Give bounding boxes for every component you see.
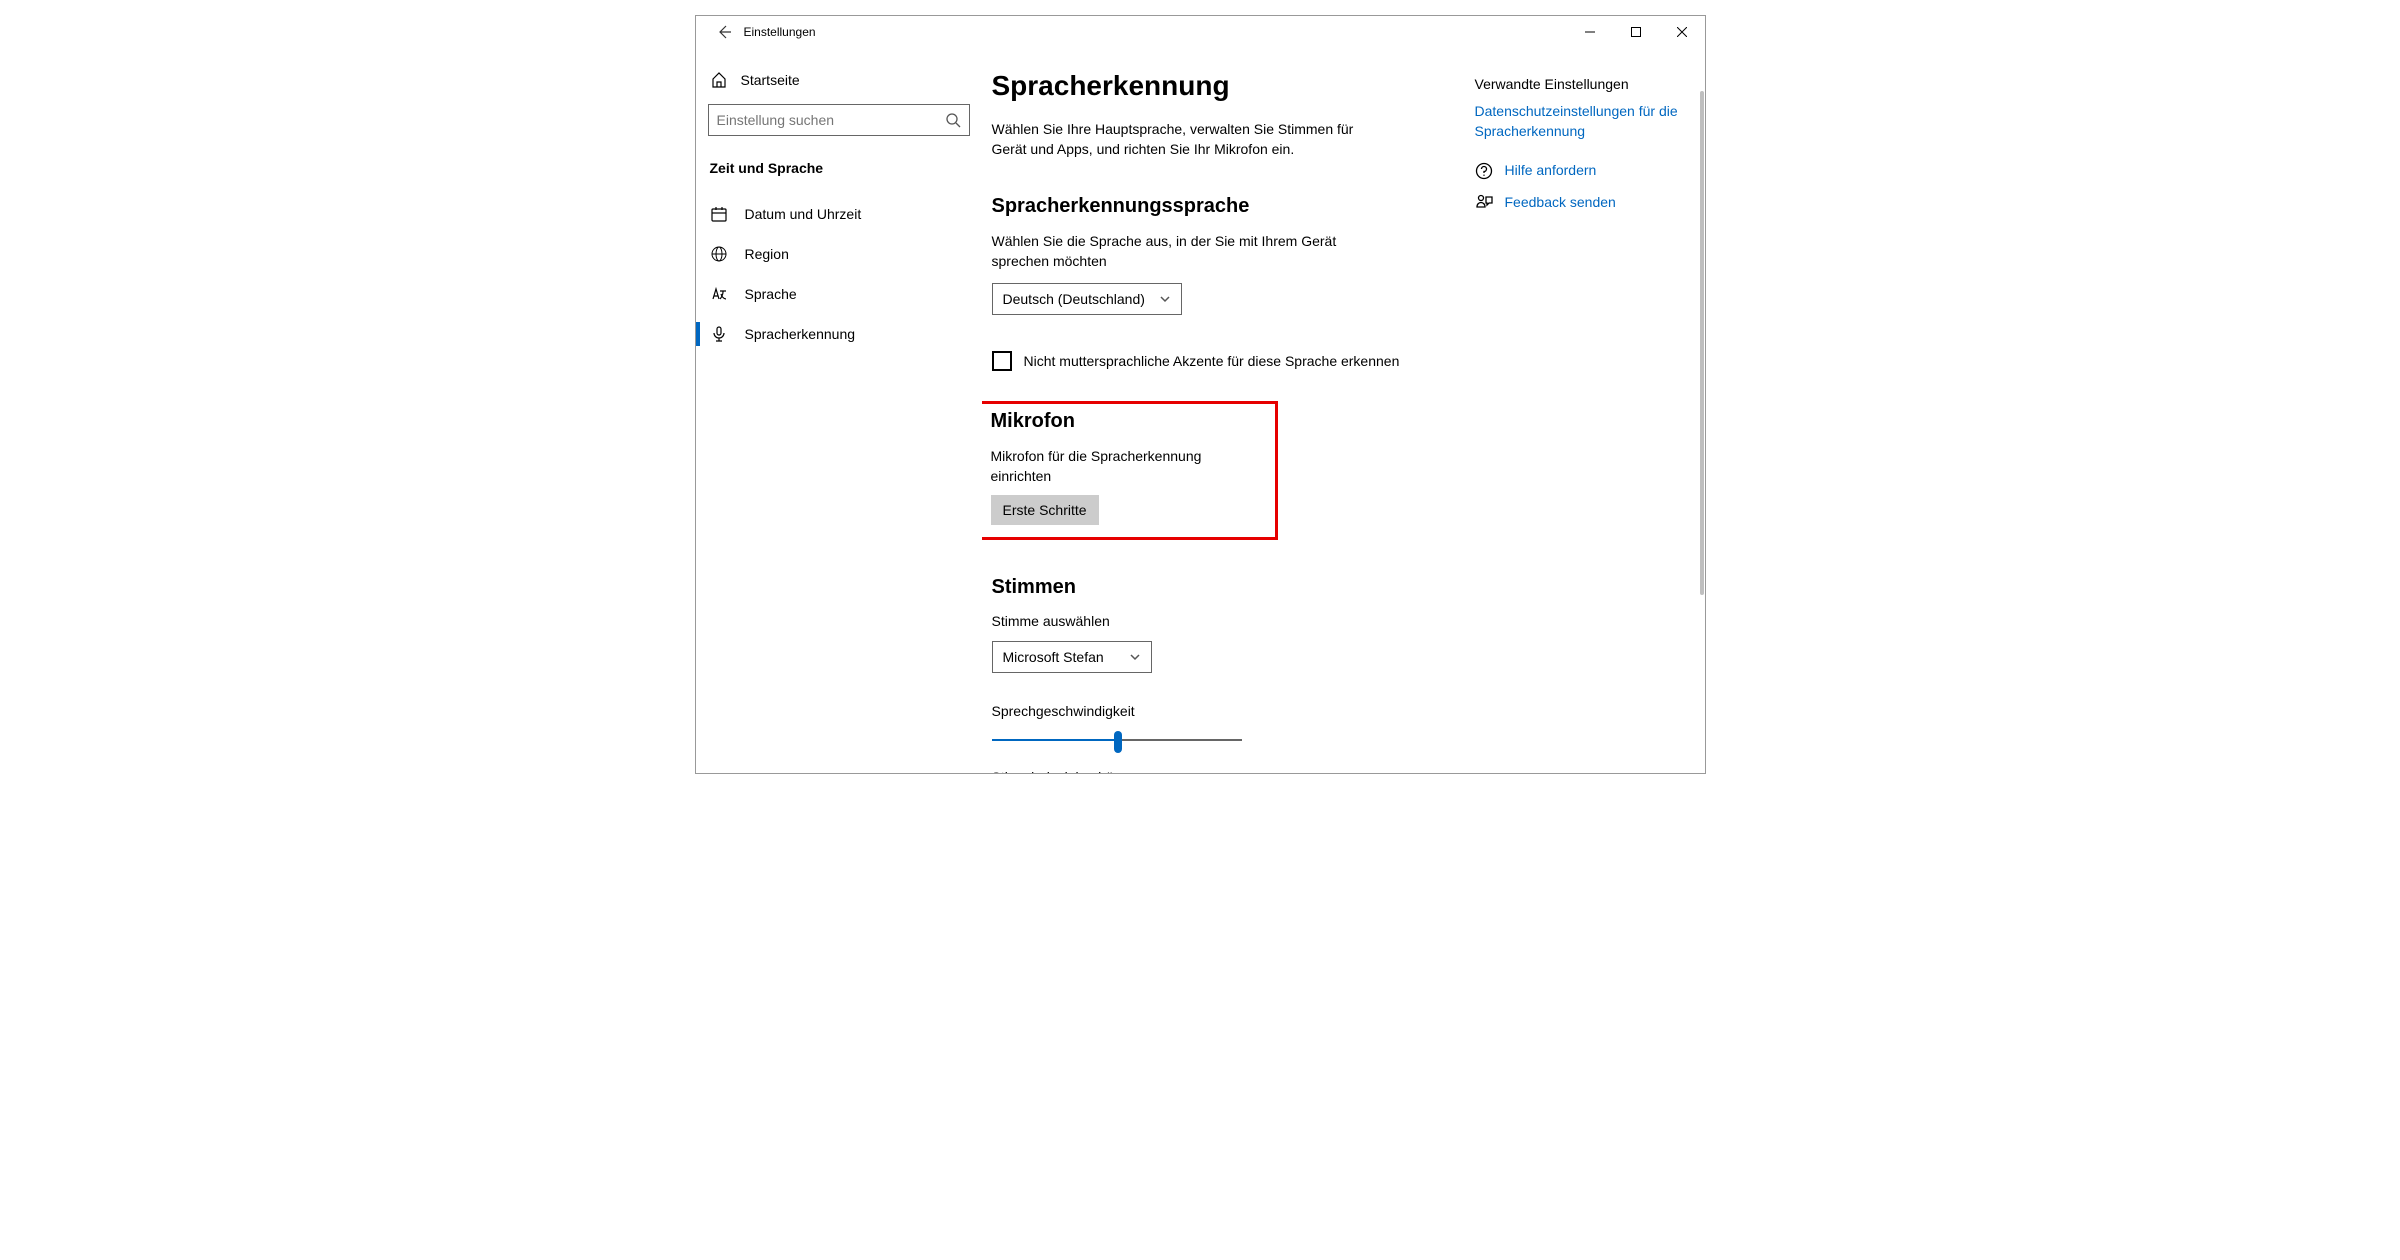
search-box[interactable] xyxy=(708,104,970,136)
speed-slider[interactable] xyxy=(992,731,1242,751)
arrow-left-icon xyxy=(716,24,732,40)
minimize-button[interactable] xyxy=(1567,16,1613,48)
app-title: Einstellungen xyxy=(744,25,816,39)
slider-thumb[interactable] xyxy=(1114,731,1122,753)
checkbox-label: Nicht muttersprachliche Akzente für dies… xyxy=(1024,353,1400,369)
language-dropdown[interactable]: Deutsch (Deutschland) xyxy=(992,283,1182,315)
accent-checkbox-row[interactable]: Nicht muttersprachliche Akzente für dies… xyxy=(992,351,1435,371)
main-content: Spracherkennung Wählen Sie Ihre Hauptspr… xyxy=(982,48,1475,773)
mic-section-title: Mikrofon xyxy=(991,410,1265,433)
home-label: Startseite xyxy=(741,72,800,88)
chevron-down-icon xyxy=(1129,651,1141,663)
voices-section-title: Stimmen xyxy=(992,576,1435,599)
scrollbar[interactable] xyxy=(1699,91,1705,763)
nav-item-label: Sprache xyxy=(745,286,797,302)
lang-section-title: Spracherkennungssprache xyxy=(992,195,1435,218)
language-icon xyxy=(711,286,727,302)
chevron-down-icon xyxy=(1159,293,1171,305)
maximize-button[interactable] xyxy=(1613,16,1659,48)
page-title: Spracherkennung xyxy=(992,70,1435,102)
window-controls xyxy=(1567,16,1705,48)
nav-language[interactable]: Sprache xyxy=(706,274,972,314)
nav-item-label: Region xyxy=(745,246,789,262)
related-heading: Verwandte Einstellungen xyxy=(1475,76,1695,92)
feedback-link-row[interactable]: Feedback senden xyxy=(1475,193,1695,213)
nav-speech[interactable]: Spracherkennung xyxy=(706,314,972,354)
titlebar: Einstellungen xyxy=(696,16,1705,48)
help-icon xyxy=(1475,162,1493,180)
voice-dropdown[interactable]: Microsoft Stefan xyxy=(992,641,1152,673)
maximize-icon xyxy=(1631,27,1641,37)
mic-setup-button[interactable]: Erste Schritte xyxy=(991,495,1099,525)
voice-select-label: Stimme auswählen xyxy=(992,613,1435,629)
feedback-icon xyxy=(1475,194,1493,212)
related-panel: Verwandte Einstellungen Datenschutzeinst… xyxy=(1475,48,1705,773)
help-link[interactable]: Hilfe anfordern xyxy=(1505,161,1597,181)
nav-date-time[interactable]: Datum und Uhrzeit xyxy=(706,194,972,234)
help-link-row[interactable]: Hilfe anfordern xyxy=(1475,161,1695,181)
nav-region[interactable]: Region xyxy=(706,234,972,274)
microphone-section-highlight: Mikrofon Mikrofon für die Spracherkennun… xyxy=(982,401,1278,539)
nav-item-label: Spracherkennung xyxy=(745,326,856,342)
close-button[interactable] xyxy=(1659,16,1705,48)
scrollbar-thumb[interactable] xyxy=(1700,91,1704,595)
slider-fill xyxy=(992,739,1117,741)
home-link[interactable]: Startseite xyxy=(706,62,972,98)
lang-section-desc: Wählen Sie die Sprache aus, in der Sie m… xyxy=(992,232,1382,271)
sidebar: Startseite Zeit und Sprache Datum und Uh… xyxy=(696,48,982,773)
feedback-link[interactable]: Feedback senden xyxy=(1505,193,1616,213)
privacy-link[interactable]: Datenschutzeinstellungen für die Sprache… xyxy=(1475,102,1695,141)
page-intro: Wählen Sie Ihre Hauptsprache, verwalten … xyxy=(992,120,1382,159)
speed-label: Sprechgeschwindigkeit xyxy=(992,703,1435,719)
mic-section-desc: Mikrofon für die Spracherkennung einrich… xyxy=(991,447,1265,486)
dropdown-value: Deutsch (Deutschland) xyxy=(1003,291,1145,307)
back-button[interactable] xyxy=(704,16,744,48)
accent-checkbox[interactable] xyxy=(992,351,1012,371)
dropdown-value: Microsoft Stefan xyxy=(1003,649,1104,665)
minimize-icon xyxy=(1585,27,1595,37)
search-input[interactable] xyxy=(717,112,945,128)
sample-label: Stimmbeispiel anhören xyxy=(992,769,1435,773)
search-icon xyxy=(945,112,961,128)
category-label: Zeit und Sprache xyxy=(710,160,968,176)
microphone-icon xyxy=(711,326,727,342)
home-icon xyxy=(711,72,727,88)
nav-item-label: Datum und Uhrzeit xyxy=(745,206,862,222)
settings-window: Einstellungen Startseite Zeit und Sprach xyxy=(695,15,1706,774)
calendar-clock-icon xyxy=(711,206,727,222)
close-icon xyxy=(1677,27,1687,37)
globe-icon xyxy=(711,246,727,262)
